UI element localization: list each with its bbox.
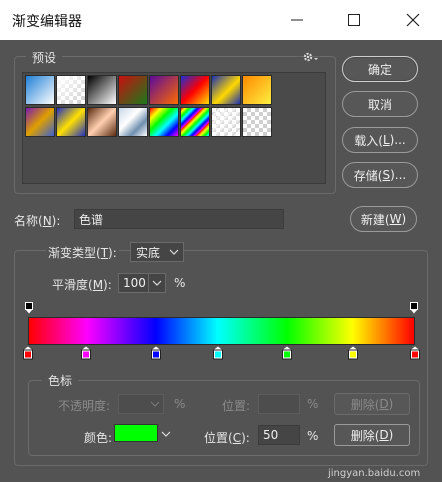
gradient-bar[interactable] <box>28 317 415 345</box>
preset-swatch[interactable] <box>180 107 210 137</box>
smoothness-select[interactable]: 100 <box>118 273 166 293</box>
save-button[interactable]: 存储(S)... <box>342 162 418 188</box>
window-title: 渐变编辑器 <box>12 14 82 30</box>
color-stop[interactable] <box>348 346 359 360</box>
preset-swatch[interactable] <box>87 75 117 105</box>
gradient-type-select[interactable]: 实底 <box>130 242 184 262</box>
chevron-down-icon <box>169 249 179 255</box>
opacity-stop[interactable] <box>25 302 33 314</box>
opacity-stop[interactable] <box>410 302 418 314</box>
color-stop[interactable] <box>212 346 223 360</box>
close-icon <box>406 13 420 27</box>
gradient-type-label: 渐变类型(T): <box>46 244 119 261</box>
color-swatch[interactable] <box>114 424 158 442</box>
name-label: 名称(N): <box>14 214 61 228</box>
location-label: 位置(C): <box>204 431 250 445</box>
presets-menu-button[interactable] <box>302 50 320 64</box>
stops-title: 色标 <box>42 372 79 389</box>
presets-title: 预设 <box>26 49 63 66</box>
color-stop[interactable] <box>23 346 33 360</box>
color-stop[interactable] <box>282 346 293 360</box>
name-input[interactable]: 色谱 <box>74 209 284 229</box>
color-label: 颜色: <box>84 431 113 445</box>
close-button[interactable] <box>402 10 424 30</box>
gear-icon <box>303 52 318 62</box>
opacity-location-label: 位置: <box>222 399 251 413</box>
minimize-icon <box>291 19 303 21</box>
title-bar: 渐变编辑器 <box>0 0 442 40</box>
preset-swatch[interactable] <box>25 75 55 105</box>
delete-stop-button[interactable]: 删除(D) <box>334 424 410 446</box>
preset-swatch[interactable] <box>56 75 86 105</box>
color-stop[interactable] <box>81 346 92 360</box>
preset-swatch[interactable] <box>118 75 148 105</box>
opacity-label: 不透明度: <box>58 399 111 413</box>
maximize-icon <box>348 14 360 26</box>
opacity-location-input <box>258 394 300 414</box>
location-unit: % <box>307 429 319 443</box>
color-stop[interactable] <box>410 346 420 360</box>
location-input[interactable]: 50 <box>258 425 300 445</box>
load-button[interactable]: 载入(L)... <box>342 127 418 153</box>
preset-swatch[interactable] <box>56 107 86 137</box>
preset-swatch[interactable] <box>25 107 55 137</box>
opacity-delete-button: 删除(D) <box>334 393 410 415</box>
preset-swatch[interactable] <box>211 107 241 137</box>
preset-swatch[interactable] <box>211 75 241 105</box>
chevron-down-icon <box>152 280 162 286</box>
preset-swatch[interactable] <box>180 75 210 105</box>
opacity-input <box>118 394 164 414</box>
smoothness-label: 平滑度(M): <box>52 278 112 292</box>
opacity-unit: % <box>174 397 186 411</box>
watermark: jingyan.baidu.com <box>328 468 421 479</box>
chevron-down-icon[interactable] <box>161 430 171 438</box>
new-button[interactable]: 新建(W) <box>350 206 417 232</box>
preset-swatch[interactable] <box>87 107 117 137</box>
smoothness-unit: % <box>174 276 186 290</box>
ok-button[interactable]: 确定 <box>342 56 418 82</box>
color-stop[interactable] <box>150 346 161 360</box>
presets-list <box>22 72 326 184</box>
preset-swatch[interactable] <box>242 75 272 105</box>
chevron-down-icon <box>150 401 160 407</box>
minimize-button[interactable] <box>286 10 308 30</box>
maximize-button[interactable] <box>343 10 365 30</box>
cancel-button[interactable]: 取消 <box>342 91 418 117</box>
opacity-location-unit: % <box>307 397 319 411</box>
preset-swatch[interactable] <box>149 107 179 137</box>
preset-swatch[interactable] <box>118 107 148 137</box>
preset-swatch[interactable] <box>242 107 272 137</box>
preset-swatch[interactable] <box>149 75 179 105</box>
